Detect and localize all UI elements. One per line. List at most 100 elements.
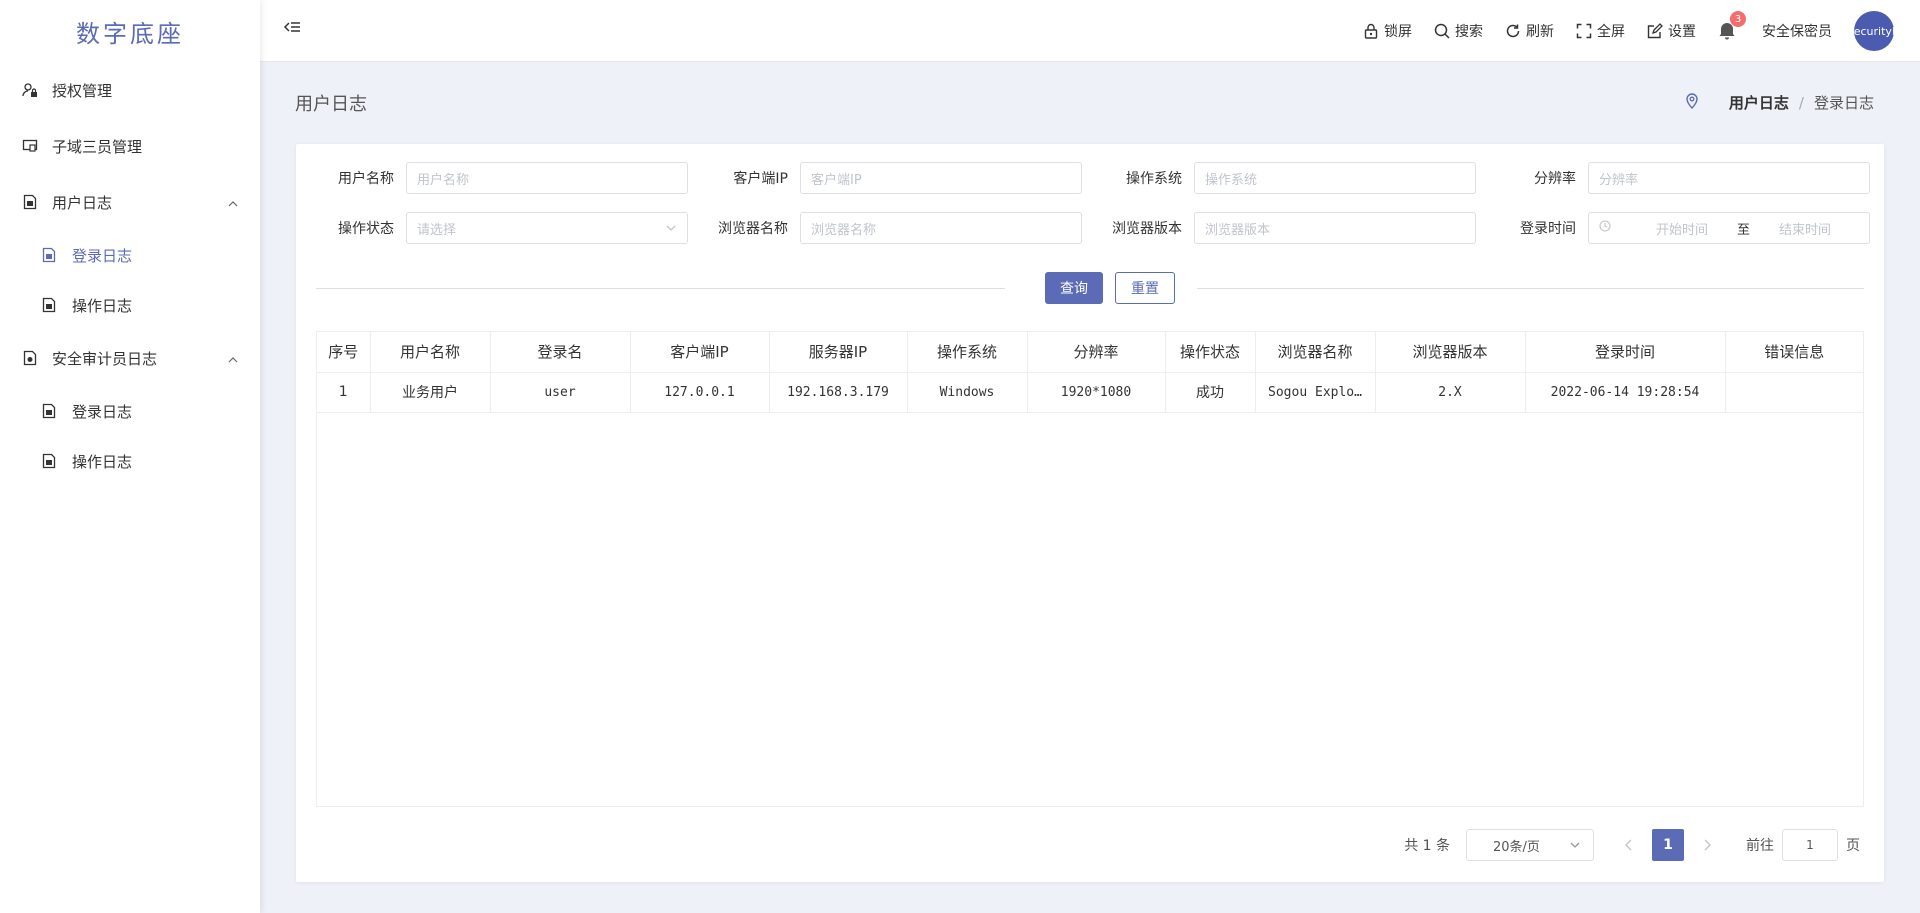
table-cell: 1 [317,372,371,413]
table-cell: 成功 [1165,372,1256,413]
filter-resolution: 分辨率 分辨率 [1498,162,1892,194]
document-icon [22,194,38,210]
sidebar-item-user-log[interactable]: 用户日志 [0,174,260,230]
next-page-button[interactable] [1692,829,1722,861]
pagination: 共 1 条 20条/页 1 前往 1 页 [1404,829,1860,861]
refresh-button[interactable]: 刷新 [1505,21,1554,41]
avatar[interactable]: securityManager [1854,11,1894,51]
breadcrumb-current[interactable]: 用户日志 [1729,92,1789,113]
sidebar-item-subdomain[interactable]: 子域三员管理 [0,118,260,174]
pagination-total: 共 1 条 [1404,838,1450,854]
table-header-row: 序号 用户名称 登录名 客户端IP 服务器IP 操作系统 分辨率 操作状态 浏览… [317,332,1863,373]
prev-page-button[interactable] [1614,829,1644,861]
page-suffix: 页 [1846,838,1860,854]
login-time-range-picker[interactable]: 开始时间 至 结束时间 [1588,212,1870,244]
notification-button[interactable]: 3 [1718,11,1746,42]
table-cell: 1920*1080 [1027,372,1166,413]
filter-status: 操作状态 请选择 [316,212,710,244]
divider-right [1197,288,1864,289]
table-cell: 2022-06-14 19:28:54 [1525,372,1726,413]
sidebar-item-label: 登录日志 [72,246,133,265]
reset-button[interactable]: 重置 [1115,272,1175,304]
sidebar-item-auditor-operation-log[interactable]: 操作日志 [0,436,260,486]
sidebar-item-label: 操作日志 [72,296,133,315]
column-header: 登录名 [490,332,631,373]
fullscreen-icon [1576,23,1592,39]
filter-row-1: 用户名称 用户名称 客户端IP 客户端IP 操作系统 操作系统 分辨率 分辨率 [316,162,1892,194]
end-time-placeholder: 结束时间 [1778,222,1831,238]
chevron-down-icon [665,222,677,238]
sidebar-item-user-login-log[interactable]: 登录日志 [0,230,260,280]
sidebar-item-label: 用户日志 [52,193,113,212]
filter-label: 客户端IP [733,171,788,187]
log-table: 序号 用户名称 登录名 客户端IP 服务器IP 操作系统 分辨率 操作状态 浏览… [316,331,1864,807]
browser-input[interactable]: 浏览器名称 [800,212,1082,244]
os-input[interactable]: 操作系统 [1194,162,1476,194]
top-header: 锁屏 搜索 刷新 全屏 设置 3 安全保密员 securityManager [260,0,1920,62]
document-icon [42,403,56,419]
sidebar-item-authorization[interactable]: 授权管理 [0,62,260,118]
resolution-input[interactable]: 分辨率 [1588,162,1870,194]
filter-label: 操作系统 [1126,171,1182,187]
main-card: 用户名称 用户名称 客户端IP 客户端IP 操作系统 操作系统 分辨率 分辨率 … [296,144,1884,882]
refresh-icon [1506,24,1520,38]
sidebar-item-auditor-login-log[interactable]: 登录日志 [0,386,260,436]
settings-button[interactable]: 设置 [1647,21,1696,41]
column-header: 登录时间 [1525,332,1726,373]
document-icon [42,247,56,263]
column-header: 操作状态 [1165,332,1256,373]
column-header: 服务器IP [769,332,908,373]
status-select-placeholder: 请选择 [417,222,457,238]
username-input[interactable]: 用户名称 [406,162,688,194]
sidebar-item-auditor-log[interactable]: 安全审计员日志 [0,330,260,386]
page-number-button[interactable]: 1 [1652,829,1684,861]
search-button[interactable]: 搜索 [1434,21,1483,41]
filter-browser-version: 浏览器版本 浏览器版本 [1104,212,1498,244]
goto-page-input[interactable]: 1 [1782,829,1838,861]
document-icon [22,350,38,366]
chevron-up-icon [228,193,238,211]
search-icon [1434,23,1450,39]
filter-username: 用户名称 用户名称 [316,162,710,194]
range-separator: 至 [1736,222,1750,238]
table-cell: Sogou Explo… [1255,372,1376,413]
user-name[interactable]: 安全保密员 [1762,21,1832,41]
chevron-left-icon [1625,839,1632,851]
filter-label: 用户名称 [338,171,394,187]
sidebar-item-label: 安全审计员日志 [52,349,158,368]
column-header: 用户名称 [370,332,491,373]
chevron-down-icon [1569,839,1581,855]
app-logo: 数字底座 [76,19,184,48]
notification-badge: 3 [1730,11,1746,27]
lock-screen-button[interactable]: 锁屏 [1363,21,1412,41]
status-select[interactable]: 请选择 [406,212,688,244]
client-ip-input[interactable]: 客户端IP [800,162,1082,194]
collapse-menu-icon[interactable] [282,18,304,40]
document-icon [42,297,56,313]
fullscreen-button[interactable]: 全屏 [1576,21,1625,41]
sidebar-item-user-operation-log[interactable]: 操作日志 [0,280,260,330]
table-cell: 192.168.3.179 [769,372,908,413]
chevron-up-icon [228,349,238,367]
browser-version-input[interactable]: 浏览器版本 [1194,212,1476,244]
settings-label: 设置 [1668,24,1696,40]
sidebar: 数字底座 授权管理 子域三员管理 用户日志 登录日志 操作日志 安全审计员日志 … [0,0,260,913]
column-header: 浏览器版本 [1375,332,1526,373]
filter-browser: 浏览器名称 浏览器名称 [710,212,1104,244]
filter-label: 登录时间 [1520,221,1576,237]
goto-label: 前往 [1746,838,1774,854]
edit-icon [1647,23,1663,39]
column-header: 分辨率 [1027,332,1166,373]
search-label: 搜索 [1455,24,1483,40]
divider-left [316,288,1005,289]
query-button[interactable]: 查询 [1045,272,1103,304]
filter-label: 操作状态 [338,221,394,237]
table-cell: 业务用户 [370,372,491,413]
page-size-select[interactable]: 20条/页 [1466,829,1594,861]
table-cell: user [490,372,631,413]
lock-icon [1364,23,1378,39]
filter-os: 操作系统 操作系统 [1104,162,1498,194]
fullscreen-label: 全屏 [1597,24,1625,40]
table-row[interactable]: 1 业务用户 user 127.0.0.1 192.168.3.179 Wind… [317,372,1863,413]
document-icon [42,453,56,469]
